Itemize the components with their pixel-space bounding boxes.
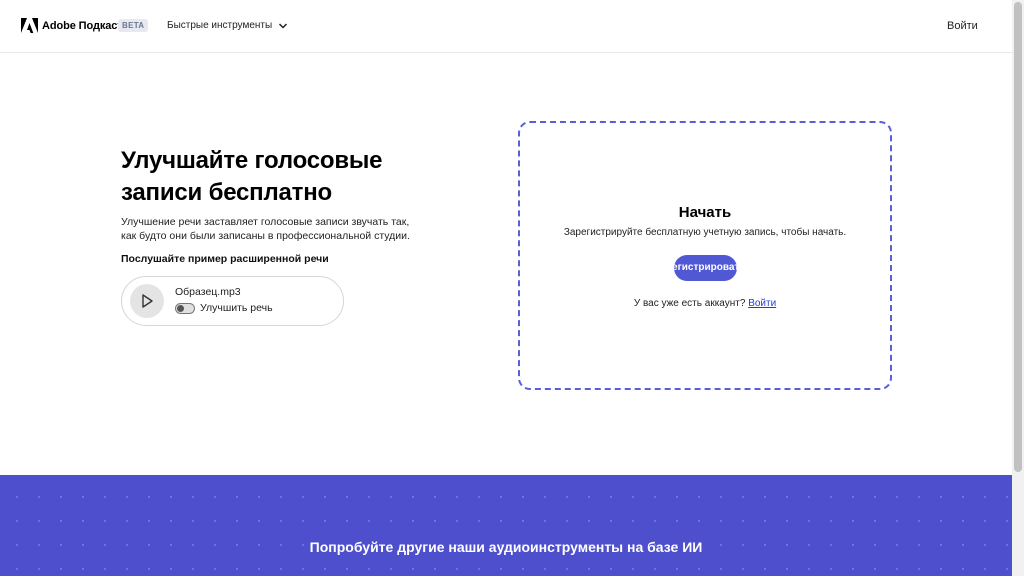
have-account-label: У вас уже есть аккаунт?	[633, 298, 746, 309]
play-icon	[142, 294, 153, 308]
card-subtitle: Зарегистрируйте бесплатную учетную запис…	[563, 227, 847, 238]
get-started-card: Начать Зарегистрируйте бесплатную учетну…	[518, 121, 892, 390]
page: Adobe Подкаст BETA Быстрые инструменты В…	[0, 0, 1012, 576]
top-nav: Adobe Подкаст BETA Быстрые инструменты В…	[0, 0, 1012, 53]
sign-in-button[interactable]: Войти	[947, 20, 978, 32]
adobe-logo-icon[interactable]	[21, 18, 38, 34]
quick-tools-menu[interactable]: Быстрые инструменты	[167, 20, 288, 31]
scroll-thumb[interactable]	[1014, 2, 1022, 472]
band-heading: Попробуйте другие наши аудиоинструменты …	[309, 539, 703, 555]
page-title: Улучшайте голосовые записи бесплатно	[121, 147, 383, 206]
sign-up-label: Зарегистрироваться	[674, 262, 737, 273]
ai-tools-band: Попробуйте другие наши аудиоинструменты …	[0, 475, 1012, 576]
enhance-speech-toggle[interactable]	[175, 303, 195, 314]
have-account-text: У вас уже есть аккаунт? Войти	[520, 298, 890, 309]
card-sign-in-link[interactable]: Войти	[748, 298, 776, 309]
sample-label: Послушайте пример расширенной речи	[121, 253, 329, 265]
sample-file-name: Образец.mp3	[175, 286, 241, 298]
play-button[interactable]	[130, 284, 164, 318]
quick-tools-label: Быстрые инструменты	[167, 20, 273, 31]
enhance-speech-label: Улучшить речь	[200, 302, 273, 314]
sample-player: Образец.mp3 Улучшить речь	[121, 276, 344, 326]
chevron-down-icon	[279, 22, 288, 29]
card-title: Начать	[678, 204, 732, 221]
brand-name[interactable]: Adobe Подкаст	[42, 20, 123, 32]
sign-up-button[interactable]: Зарегистрироваться	[674, 255, 737, 281]
beta-badge: BETA	[118, 19, 149, 32]
hero-description: Улучшение речи заставляет голосовые запи…	[121, 216, 410, 242]
scrollbar[interactable]	[1012, 0, 1024, 576]
